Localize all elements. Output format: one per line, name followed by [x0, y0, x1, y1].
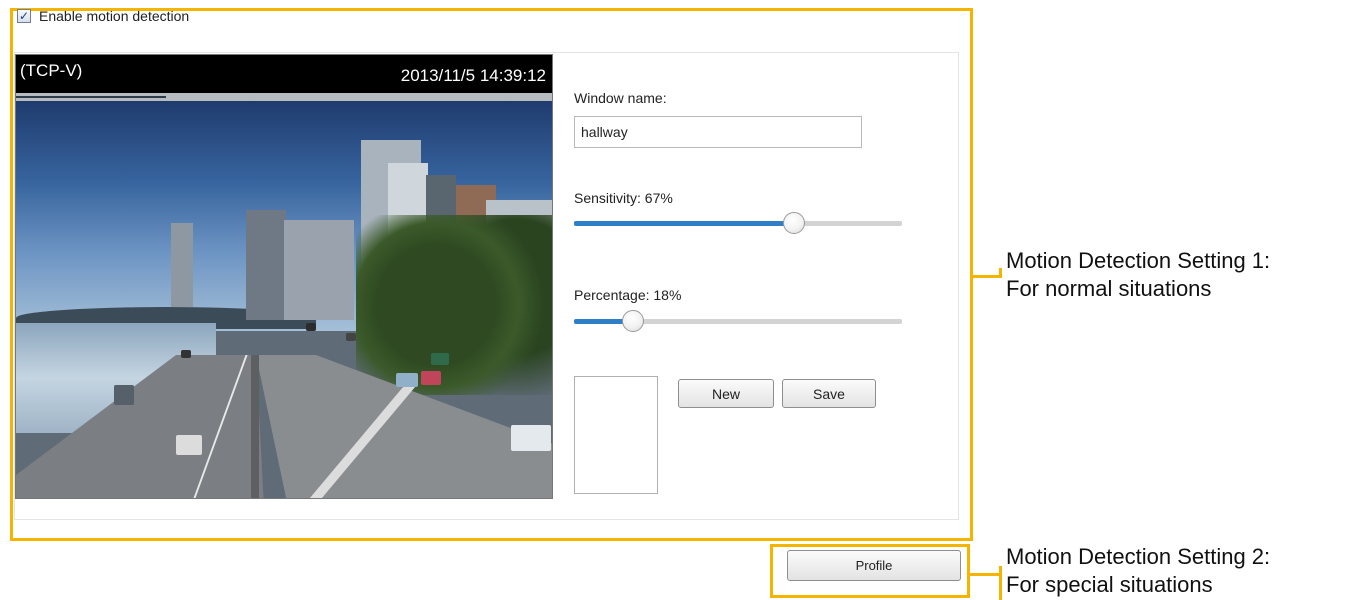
motion-detection-page: Motion Detection Setting 1: For normal s… [0, 0, 1360, 600]
setting-1-leader-tick [999, 268, 1002, 278]
setting-1-title: Motion Detection Setting 1: [1006, 248, 1271, 273]
sensitivity-slider-fill [574, 221, 794, 226]
video-building [246, 210, 286, 320]
check-icon: ✓ [18, 9, 30, 23]
enable-motion-detection-checkbox[interactable]: ✓ [17, 9, 31, 23]
new-window-button[interactable]: New [678, 379, 774, 408]
setting-1-callout-text: Motion Detection Setting 1: For normal s… [1006, 247, 1270, 303]
sensitivity-slider[interactable] [574, 212, 902, 234]
setting-2-leader-tick [999, 566, 1002, 600]
percentage-slider-thumb[interactable] [622, 310, 644, 332]
window-name-input[interactable] [574, 116, 862, 148]
sensitivity-label: Sensitivity: 67% [574, 190, 673, 206]
video-car [346, 333, 356, 341]
video-car [421, 371, 441, 385]
setting-1-leader-line [973, 275, 1001, 278]
save-button[interactable]: Save [782, 379, 876, 408]
video-car [431, 353, 449, 365]
percentage-slider[interactable] [574, 310, 902, 332]
video-car [114, 385, 134, 405]
setting-2-leader-line [970, 573, 1001, 576]
video-car [306, 323, 316, 331]
video-car [396, 373, 418, 387]
setting-2-callout-text: Motion Detection Setting 2: For special … [1006, 543, 1270, 599]
video-car [181, 350, 191, 358]
video-timestamp: 2013/11/5 14:39:12 [400, 66, 546, 85]
video-building [171, 223, 193, 307]
setting-2-subtitle: For special situations [1006, 572, 1213, 597]
live-video-view[interactable]: (TCP-V) 2013/11/5 14:39:12 [15, 54, 553, 499]
setting-2-title: Motion Detection Setting 2: [1006, 544, 1271, 569]
setting-1-subtitle: For normal situations [1006, 276, 1212, 301]
video-caption-bar: (TCP-V) 2013/11/5 14:39:12 [16, 55, 552, 93]
window-name-label: Window name: [574, 90, 667, 106]
video-car [511, 425, 551, 451]
enable-motion-detection-label: Enable motion detection [39, 8, 190, 24]
percentage-label: Percentage: 18% [574, 287, 682, 303]
profile-button[interactable]: Profile [787, 550, 961, 581]
sensitivity-slider-thumb[interactable] [783, 212, 805, 234]
video-trees [356, 215, 552, 395]
video-car [176, 435, 202, 455]
video-median [251, 355, 259, 498]
video-building [284, 220, 354, 320]
motion-window-list[interactable] [574, 376, 658, 494]
video-protocol: (TCP-V) [20, 61, 83, 80]
video-stream-strip [16, 93, 552, 101]
enable-motion-detection-row[interactable]: ✓ Enable motion detection [17, 8, 189, 24]
